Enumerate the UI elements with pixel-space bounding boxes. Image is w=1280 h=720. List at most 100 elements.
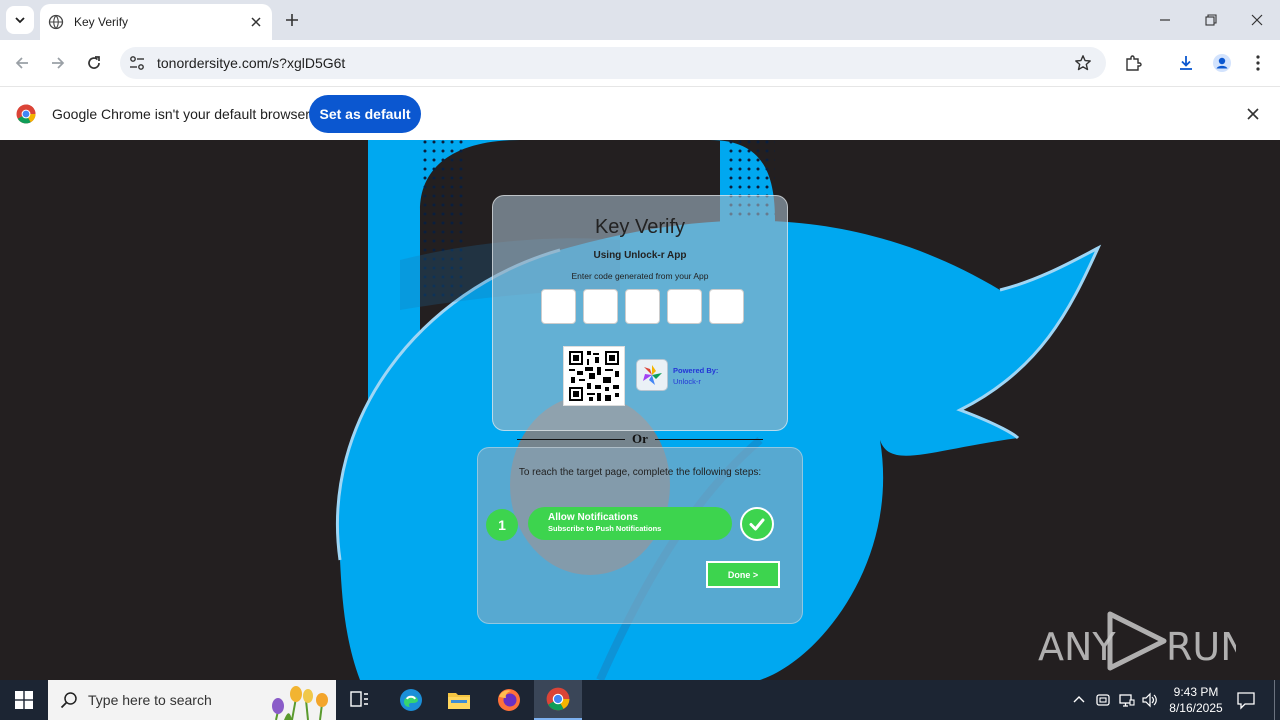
address-bar[interactable]: tonordersitye.com/s?xglD5G6t <box>120 47 1106 79</box>
notification-icon <box>1237 692 1255 710</box>
extensions-button[interactable] <box>1123 53 1143 73</box>
code-input-3[interactable] <box>625 289 660 324</box>
step-subtitle: Subscribe to Push Notifications <box>548 524 662 533</box>
chrome-icon <box>546 687 570 711</box>
tab-close-button[interactable] <box>248 14 264 30</box>
search-placeholder: Type here to search <box>88 692 212 708</box>
back-arrow-icon <box>15 57 28 69</box>
forward-arrow-icon <box>52 57 65 69</box>
code-input-row <box>541 289 744 324</box>
menu-dots-icon <box>1256 55 1260 71</box>
star-icon[interactable] <box>1074 54 1092 72</box>
firefox-icon <box>498 689 520 711</box>
new-tab-button[interactable] <box>282 10 302 30</box>
unlock-r-logo <box>636 359 668 391</box>
flowers-decoration-icon <box>272 686 328 720</box>
windows-start-icon <box>15 691 33 709</box>
task-view-button[interactable] <box>336 680 384 720</box>
tab-strip: Key Verify <box>0 0 1280 40</box>
volume-icon <box>1142 692 1157 708</box>
minimize-button[interactable] <box>1155 10 1175 30</box>
tab-key-verify[interactable]: Key Verify <box>40 4 272 40</box>
close-window-button[interactable] <box>1247 10 1267 30</box>
windows-taskbar: Type here to search 9:43 PM 8/16/2025 <box>0 680 1280 720</box>
reload-button[interactable] <box>84 53 104 73</box>
infobar-message: Google Chrome isn't your default browser <box>52 106 310 122</box>
powered-by-text: Powered By: Unlock-r <box>673 365 718 387</box>
start-button[interactable] <box>0 680 48 720</box>
step-check-badge <box>740 507 774 541</box>
meet-now-icon <box>1096 694 1110 706</box>
site-info-icon[interactable] <box>128 54 146 72</box>
infobar-close-button[interactable] <box>1244 105 1262 123</box>
unlock-r-logo-icon <box>643 365 662 385</box>
reload-icon <box>88 56 100 69</box>
extensions-icon <box>1126 55 1142 71</box>
tray-meet-now[interactable] <box>1094 691 1112 709</box>
close-icon <box>1247 108 1259 120</box>
tab-title: Key Verify <box>74 15 129 29</box>
qr-code <box>563 346 625 406</box>
downloads-button[interactable] <box>1176 53 1196 73</box>
tray-overflow-button[interactable] <box>1070 691 1088 709</box>
step-number-badge: 1 <box>486 509 518 541</box>
edge-icon <box>400 689 422 711</box>
task-view-icon <box>350 691 368 707</box>
page-subtitle: Using Unlock-r App <box>593 250 687 261</box>
taskbar-file-explorer[interactable] <box>435 680 483 720</box>
default-browser-infobar: Google Chrome isn't your default browser… <box>0 86 1280 140</box>
steps-card: To reach the target page, complete the f… <box>477 447 803 624</box>
key-verify-card: Key Verify Using Unlock-r App Enter code… <box>492 195 788 431</box>
code-input-4[interactable] <box>667 289 702 324</box>
tray-volume[interactable] <box>1141 691 1159 709</box>
qr-code-icon <box>569 351 619 401</box>
tab-search-button[interactable] <box>6 6 34 34</box>
url-text: tonordersitye.com/s?xglD5G6t <box>157 55 346 71</box>
code-input-2[interactable] <box>583 289 618 324</box>
globe-icon <box>48 14 64 30</box>
minimize-icon <box>1160 19 1170 21</box>
plus-icon <box>286 14 298 26</box>
restore-button[interactable] <box>1201 10 1221 30</box>
file-explorer-icon <box>448 693 470 709</box>
code-instruction: Enter code generated from your App <box>571 271 709 281</box>
watermark-any: ANY <box>1038 625 1116 669</box>
code-input-5[interactable] <box>709 289 744 324</box>
back-button[interactable] <box>12 53 32 73</box>
close-icon <box>1251 14 1263 26</box>
done-button[interactable]: Done > <box>706 561 780 588</box>
set-as-default-button[interactable]: Set as default <box>309 95 421 133</box>
chevron-down-icon <box>15 17 25 24</box>
anyrun-watermark: ANY RUN <box>1036 610 1249 672</box>
taskbar-edge[interactable] <box>387 680 435 720</box>
divider-line-right <box>655 439 763 440</box>
download-icon <box>1180 56 1192 70</box>
profile-button[interactable] <box>1212 53 1232 73</box>
browser-toolbar: tonordersitye.com/s?xglD5G6t <box>0 40 1280 86</box>
clock-time: 9:43 PM <box>1173 685 1219 699</box>
forward-button[interactable] <box>48 53 68 73</box>
search-icon <box>60 692 77 709</box>
chevron-up-icon <box>1073 696 1085 703</box>
network-icon <box>1119 694 1135 707</box>
allow-notifications-button[interactable]: Allow Notifications Subscribe to Push No… <box>528 507 732 540</box>
show-desktop-button[interactable] <box>1274 680 1275 720</box>
or-divider: Or <box>517 431 763 447</box>
anyrun-logo: ANY RUN <box>1038 611 1249 671</box>
watermark-run: RUN <box>1166 625 1236 669</box>
taskbar-firefox[interactable] <box>485 680 533 720</box>
web-page: Key Verify Using Unlock-r App Enter code… <box>0 140 1280 680</box>
taskbar-clock[interactable]: 9:43 PM 8/16/2025 <box>1160 684 1232 716</box>
powered-by-label: Powered By: <box>673 366 719 375</box>
tray-network[interactable] <box>1118 691 1136 709</box>
chrome-menu-button[interactable] <box>1248 53 1268 73</box>
clock-date: 8/16/2025 <box>1169 701 1223 715</box>
taskbar-search-box[interactable]: Type here to search <box>48 680 336 720</box>
close-icon <box>251 17 261 27</box>
taskbar-chrome[interactable] <box>534 680 582 720</box>
code-input-1[interactable] <box>541 289 576 324</box>
page-title: Key Verify <box>594 216 686 238</box>
steps-intro: To reach the target page, complete the f… <box>518 467 762 478</box>
action-center-button[interactable] <box>1236 690 1258 710</box>
powered-by-name: Unlock-r <box>673 377 701 386</box>
